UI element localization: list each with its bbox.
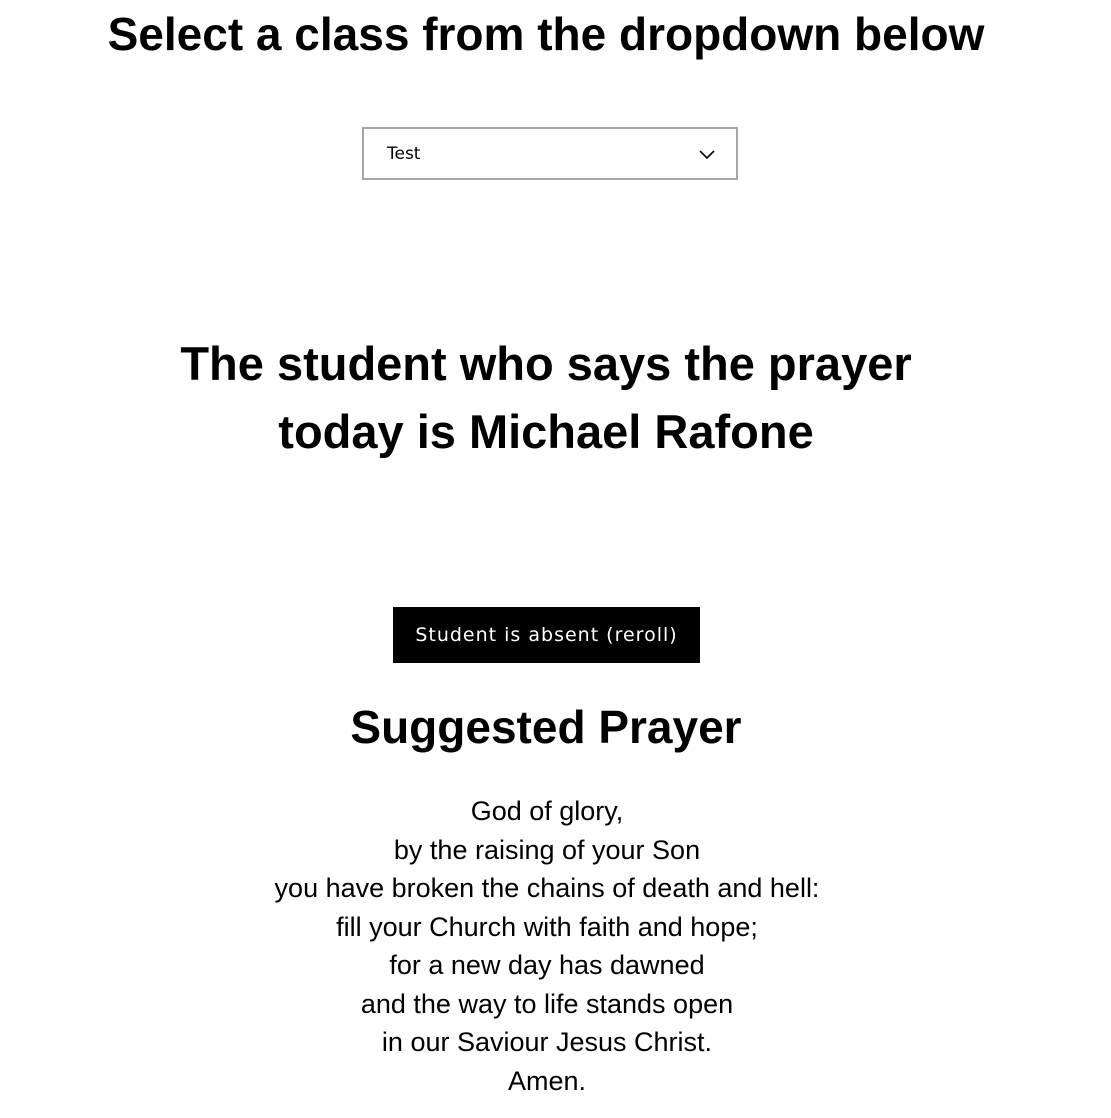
prayer-line: for a new day has dawned [389,950,705,980]
prayer-text: God of glory, by the raising of your Son… [0,792,1094,1100]
prayer-title: Suggested Prayer [350,701,742,753]
prayer-line: by the raising of your Son [393,834,701,865]
selected-student-announcement: The student who says the prayer today is… [0,330,1092,466]
announcement-line: today is Michael Rafone [278,405,814,458]
prayer-line: you have broken the chains of death and … [274,873,820,903]
announcement-line: The student who says the prayer [180,337,912,390]
page-title: Select a class from the dropdown below [107,8,985,60]
reroll-button[interactable]: Student is absent (reroll) [393,607,700,663]
prayer-line: fill your Church with faith and hope; [336,911,758,942]
page: Select a class from the dropdown below T… [0,0,1111,1118]
prayer-line: and the way to life stands open [360,988,734,1019]
prayer-line: in our Saviour Jesus Christ. [381,1027,713,1057]
chevron-down-icon [698,145,716,163]
class-dropdown[interactable]: Test [362,127,738,180]
prayer-line: God of glory, [470,796,624,826]
class-dropdown-value: Test [387,144,421,164]
prayer-line: Amen. [507,1065,587,1096]
